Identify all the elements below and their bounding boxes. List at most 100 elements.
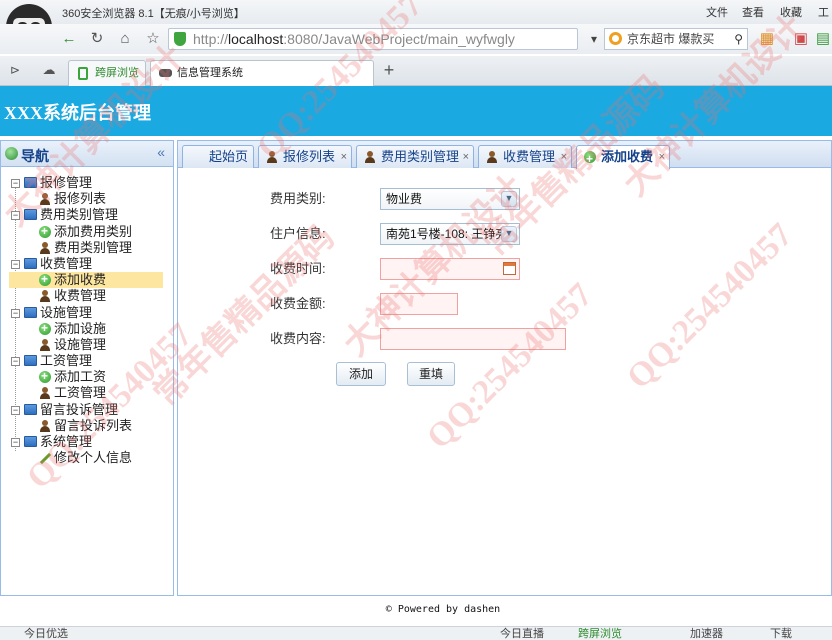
tree-group-label: 留言投诉管理 [40,401,119,417]
close-icon[interactable]: × [341,146,347,168]
sidebar-toggle-icon[interactable]: ⊳ [4,59,26,81]
charge-amount-input[interactable] [380,293,458,315]
tree-item-add-fee-category[interactable]: 添加费用类别 [1,223,173,240]
computer-icon [24,257,37,269]
tree-group-label: 收费管理 [40,255,93,271]
tab-fee-category-manage[interactable]: 费用类别管理 × [356,145,474,168]
url-dropdown-icon[interactable]: ▾ [583,28,605,50]
menu-favorites[interactable]: 收藏 [780,4,802,20]
app-header: XXX系统后台管理 [0,86,832,136]
collapse-toggle-icon[interactable]: − [11,405,20,415]
tree-group-label: 设施管理 [40,304,93,320]
add-button[interactable]: 添加 [336,362,386,386]
tree-item-add-facility[interactable]: 添加设施 [1,320,173,337]
close-icon[interactable]: × [463,146,469,168]
tab-charge-manage[interactable]: 收费管理 × [478,145,572,168]
browser-tab-info-system[interactable]: 信息管理系统 [150,60,374,86]
url-host: localhost [228,31,284,47]
browser-tab-cross-screen[interactable]: 跨屏浏览 [68,60,146,86]
nav-tree: − 报修管理 报修列表 − 费用类别管理 添加费用类别 费用类别管理 − 收费管理 添… [1,175,173,466]
apps-grid-icon[interactable]: ▦ [756,28,778,50]
collapse-toggle-icon[interactable]: − [11,438,20,447]
tree-group-label: 工资管理 [40,353,93,369]
tree-group-repair[interactable]: − 报修管理 [1,175,173,191]
refresh-icon[interactable]: ↻ [86,28,108,50]
content-tabbar: 起始页 报修列表 × 费用类别管理 × 收费管理 × 添加收费 × [178,141,831,170]
sidebar-header: 导航 « [1,141,173,167]
menu-view[interactable]: 查看 [742,4,764,20]
tree-item-label: 添加收费 [54,272,107,288]
browser-titlebar: 360安全浏览器 8.1【无痕/小号浏览】 文件 查看 收藏 工 [0,0,832,24]
collapse-toggle-icon[interactable]: − [11,179,20,188]
cloud-icon[interactable]: ☁ [38,59,60,81]
menu-file[interactable]: 文件 [706,4,728,20]
tree-item-fee-category-manage[interactable]: 费用类别管理 [1,240,173,256]
resident-select[interactable]: 南苑1号楼-108: 王铮亮 ▼ [380,223,520,245]
tab-label: 费用类别管理 [381,149,460,164]
back-icon[interactable]: ← [58,28,80,50]
menu-tools[interactable]: 工 [818,4,829,20]
status-download[interactable]: 下载 [770,627,792,640]
close-icon[interactable]: × [561,146,567,168]
tree-item-label: 工资管理 [54,385,107,401]
new-tab-button[interactable]: + [378,59,400,81]
tab-repair-list[interactable]: 报修列表 × [258,145,352,168]
tree-item-charge-manage[interactable]: 收费管理 [1,288,173,304]
tree-group-system[interactable]: − 系统管理 [1,434,173,450]
tree-group-salary[interactable]: − 工资管理 [1,353,173,369]
collapse-toggle-icon[interactable]: − [11,308,20,318]
reset-button[interactable]: 重填 [407,362,455,386]
tab-label: 收费管理 [503,149,556,164]
charge-content-input[interactable] [380,328,566,350]
tab-label: 添加收费 [601,149,654,164]
tree-group-fee-category[interactable]: − 费用类别管理 [1,207,173,223]
app-title: XXX系统后台管理 [4,103,151,123]
status-left[interactable]: 今日优选 [24,627,68,640]
collapse-toggle-icon[interactable]: − [11,357,20,367]
status-cross-screen[interactable]: 跨屏浏览 [578,627,622,640]
browser-tab-label: 跨屏浏览 [95,67,139,79]
close-icon[interactable]: × [659,146,665,168]
tree-group-charge[interactable]: − 收费管理 [1,256,173,272]
resident-label: 住户信息: [270,226,326,241]
home-icon[interactable]: ⌂ [114,28,136,50]
tree-item-label: 收费管理 [54,288,107,304]
collapse-toggle-icon[interactable]: − [11,211,20,221]
security-shield-icon [174,32,186,46]
addon-icon[interactable]: ▤ [812,28,832,50]
tree-item-label: 设施管理 [54,336,107,352]
phone-icon [78,67,88,80]
tree-item-edit-profile[interactable]: 修改个人信息 [1,450,173,466]
status-live[interactable]: 今日直播 [500,627,544,640]
tab-home[interactable]: 起始页 [182,145,254,168]
address-bar[interactable]: http://localhost:8080/JavaWebProject/mai… [168,28,578,50]
extension-icon[interactable]: ▣ [790,28,812,50]
tree-item-label: 添加工资 [54,369,107,385]
tab-add-charge[interactable]: 添加收费 × [576,145,670,170]
tree-item-add-charge[interactable]: 添加收费 [1,271,173,289]
tree-item-repair-list[interactable]: 报修列表 [1,191,173,207]
status-accelerator[interactable]: 加速器 [690,627,723,640]
calendar-icon[interactable] [503,262,516,275]
computer-icon [24,403,37,415]
collapse-icon[interactable]: « [157,144,165,160]
star-icon[interactable]: ☆ [142,28,164,50]
add-icon [39,368,51,384]
fee-category-value: 物业费 [386,192,423,206]
tree-group-complaint[interactable]: − 留言投诉管理 [1,402,173,418]
search-icon[interactable]: ⚲ [734,29,743,49]
tree-item-complaint-list[interactable]: 留言投诉列表 [1,418,173,434]
tree-item-label: 报修列表 [54,191,107,207]
search-input[interactable]: 京东超市 爆款买 ⚲ [604,28,748,50]
computer-icon [24,209,37,221]
fee-category-select[interactable]: 物业费 ▼ [380,188,520,210]
search-text: 京东超市 爆款买 [627,32,715,46]
tree-group-facility[interactable]: − 设施管理 [1,305,173,321]
charge-time-input[interactable] [380,258,520,280]
user-icon [39,193,51,206]
add-icon [39,320,51,336]
tree-item-add-salary[interactable]: 添加工资 [1,368,173,385]
collapse-toggle-icon[interactable]: − [11,259,20,269]
tree-item-salary-manage[interactable]: 工资管理 [1,385,173,401]
tree-item-facility-manage[interactable]: 设施管理 [1,337,173,353]
